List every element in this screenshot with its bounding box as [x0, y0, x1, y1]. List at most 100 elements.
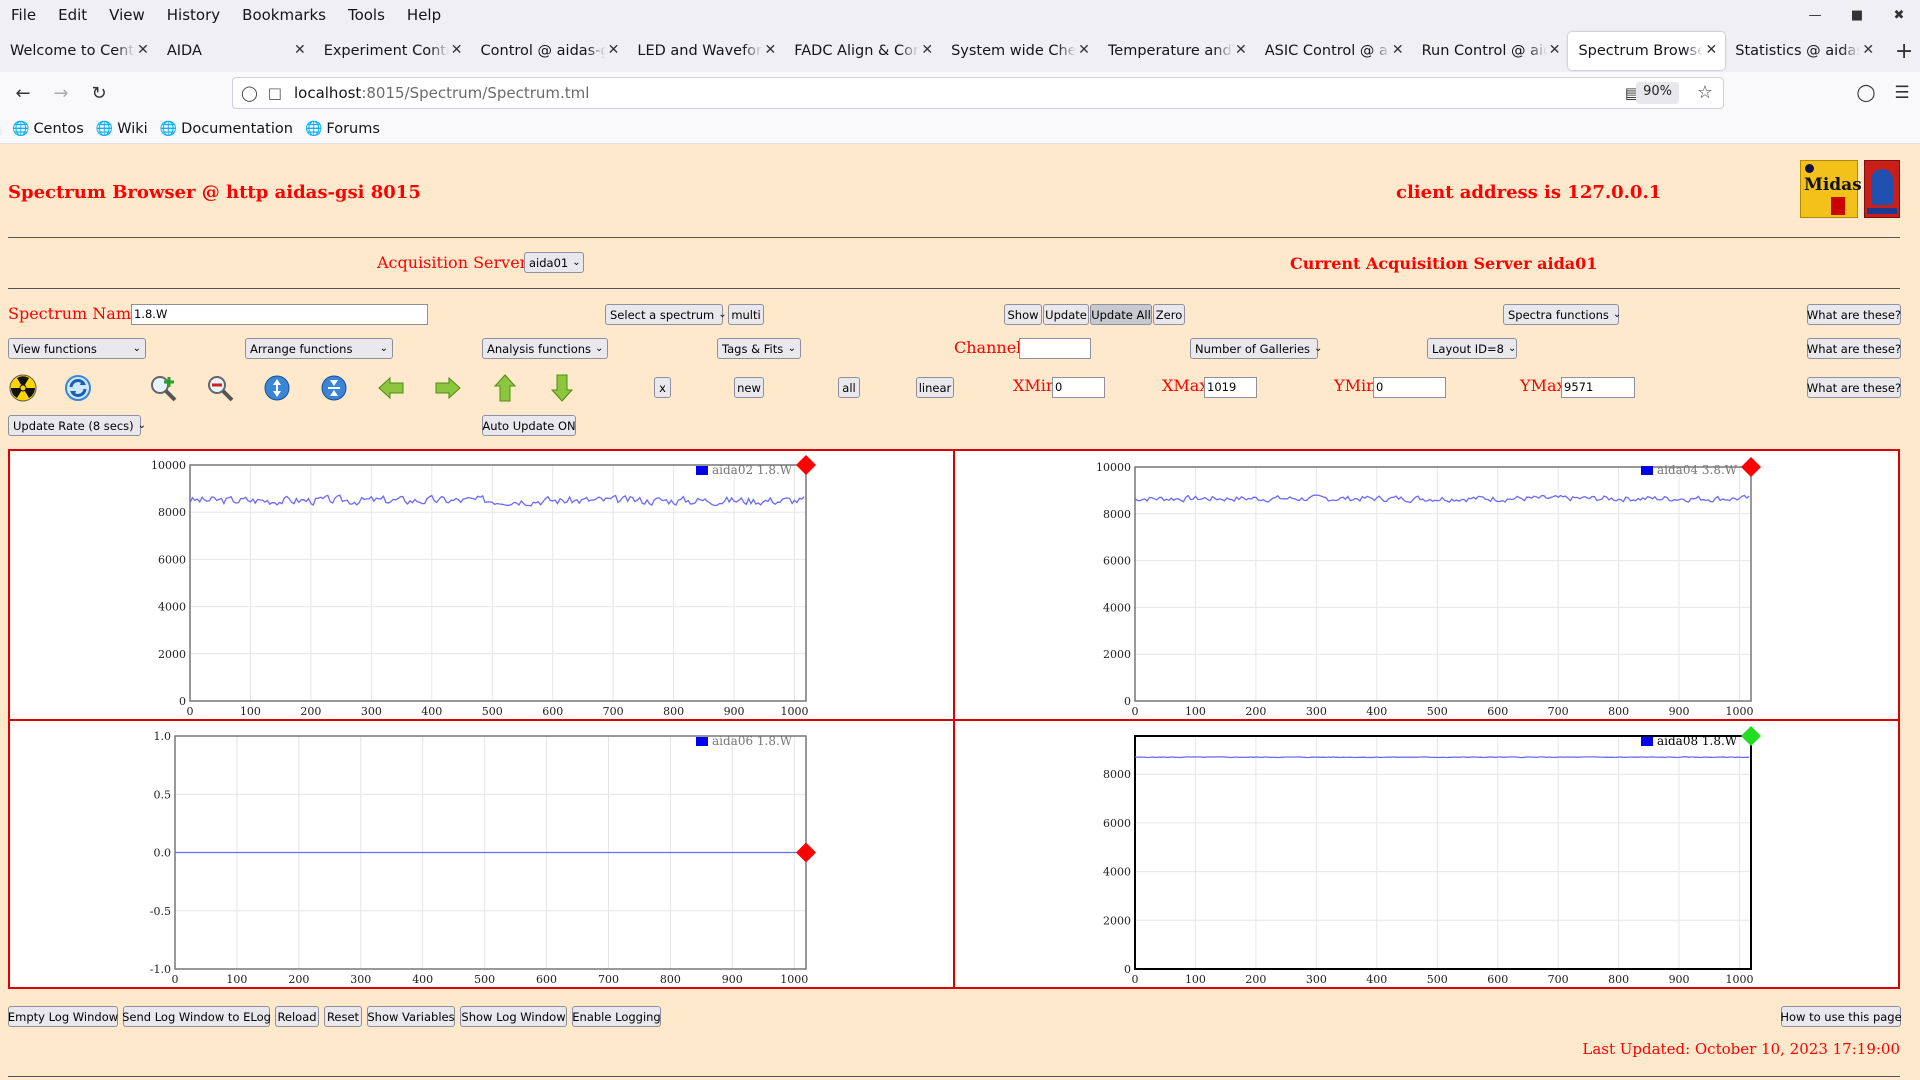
empty-log-window-button[interactable]: Empty Log Window [8, 1006, 118, 1027]
app-menu-icon[interactable]: ☰ [1884, 83, 1920, 103]
ymin-input[interactable]: 0 [1373, 377, 1446, 398]
close-tab-icon[interactable]: ✕ [294, 42, 306, 58]
gallery-3[interactable]: 0 100 200 300 400 500 600 700 800 900 1000 1.0 0.5 0.… [8, 719, 955, 989]
menu-help[interactable]: Help [396, 6, 452, 24]
tab-statistics[interactable]: Statistics @ aidas- ✕ [1725, 32, 1882, 70]
gallery-4[interactable]: 0 100 200 300 400 500 600 700 800 900 1000 0 2000 400… [953, 719, 1900, 989]
what-are-these-button-2[interactable]: What are these? [1807, 338, 1901, 359]
show-log-window-button[interactable]: Show Log Window [460, 1006, 567, 1027]
zoom-in-icon[interactable] [148, 373, 178, 403]
forward-icon[interactable]: → [46, 83, 76, 104]
menu-file[interactable]: File [0, 6, 47, 24]
close-tab-icon[interactable]: ✕ [137, 42, 149, 58]
update-all-button[interactable]: Update All [1090, 304, 1152, 325]
number-of-galleries-select[interactable]: Number of Galleries ⌄ [1190, 338, 1322, 359]
close-tab-icon[interactable]: ✕ [1862, 42, 1874, 58]
arrow-up-icon[interactable] [490, 373, 520, 403]
url-bar[interactable]: ◯ □ localhost:8015/Spectrum/Spectrum.tml… [232, 77, 1724, 109]
x-button[interactable]: x [654, 377, 671, 398]
enable-logging-button[interactable]: Enable Logging [572, 1006, 661, 1027]
new-button[interactable]: new [734, 377, 764, 398]
how-to-use-button[interactable]: How to use this page [1780, 1006, 1902, 1027]
zoom-out-icon[interactable] [205, 373, 235, 403]
arrow-right-icon[interactable] [433, 373, 463, 403]
spectrum-name-input[interactable]: 1.8.W [131, 304, 428, 325]
tab-temperature[interactable]: Temperature and s ✕ [1098, 32, 1255, 70]
what-are-these-button-3[interactable]: What are these? [1807, 377, 1901, 398]
menu-edit[interactable]: Edit [47, 6, 98, 24]
zero-button[interactable]: Zero [1153, 304, 1185, 325]
show-button[interactable]: Show [1004, 304, 1042, 325]
close-tab-icon[interactable]: ✕ [921, 42, 933, 58]
tab-spectrum-browser[interactable]: Spectrum Browser ✕ [1568, 32, 1726, 70]
tab-control[interactable]: Control @ aidas-gsi✕ [471, 32, 628, 70]
reload-icon[interactable]: ↻ [84, 83, 114, 104]
close-tab-icon[interactable]: ✕ [1078, 42, 1090, 58]
reset-button[interactable]: Reset [324, 1006, 362, 1027]
maximize-icon[interactable]: ■ [1836, 8, 1878, 23]
arrow-left-icon[interactable] [376, 373, 406, 403]
tab-asic-control[interactable]: ASIC Control @ aidas✕ [1255, 32, 1412, 70]
spectrum-chart-aida02[interactable]: 0 100 200 300 400 500 600 700 800 900 100002000400… [10, 451, 953, 719]
tab-experiment-control[interactable]: Experiment Control✕ [314, 32, 471, 70]
zoom-indicator[interactable]: 90% [1636, 82, 1679, 104]
shield-icon[interactable]: ◯ [241, 84, 258, 102]
close-tab-icon[interactable]: ✕ [1549, 42, 1561, 58]
close-tab-icon[interactable]: ✕ [1706, 42, 1718, 58]
refresh-icon[interactable] [63, 373, 93, 403]
show-variables-button[interactable]: Show Variables [367, 1006, 455, 1027]
auto-update-button[interactable]: Auto Update ON [482, 415, 576, 436]
menu-history[interactable]: History [156, 6, 231, 24]
select-spectrum[interactable]: Select a spectrum ⌄ [605, 304, 727, 325]
gallery-1[interactable]: 0 100 200 300 400 500 600 700 800 900 1000 0 2000 400… [8, 449, 955, 721]
bookmark-wiki[interactable]: 🌐 Wiki [96, 121, 148, 137]
menu-tools[interactable]: Tools [337, 6, 396, 24]
bookmark-star-icon[interactable]: ☆ [1697, 82, 1713, 103]
expand-y-icon[interactable] [262, 373, 292, 403]
back-icon[interactable]: ← [8, 83, 38, 104]
pocket-icon[interactable]: ◯ [1848, 83, 1884, 103]
analysis-functions-select[interactable]: Analysis functions ⌄ [482, 338, 608, 359]
xmin-input[interactable]: 0 [1052, 377, 1105, 398]
send-log-to-elog-button[interactable]: Send Log Window to ELog [122, 1006, 271, 1027]
reload-button[interactable]: Reload [275, 1006, 319, 1027]
layout-select[interactable]: Layout ID=8 ⌄ [1427, 338, 1517, 359]
close-tab-icon[interactable]: ✕ [1235, 42, 1247, 58]
arrange-functions-select[interactable]: Arrange functions ⌄ [245, 338, 393, 359]
gallery-2[interactable]: 0 100 200 300 400 500 600 700 800 900 1000 0 2000 400… [953, 449, 1900, 721]
bookmark-centos[interactable]: 🌐 Centos [12, 121, 84, 137]
spectrum-chart-aida06[interactable]: 0 100 200 300 400 500 600 700 800 900 1000 1.0 0.5 0.… [10, 721, 953, 987]
xmax-input[interactable]: 1019 [1204, 377, 1257, 398]
channel-input[interactable] [1019, 338, 1091, 359]
tab-led-waveform[interactable]: LED and Waveform ✕ [627, 32, 784, 70]
spectrum-chart-aida04[interactable]: 0 100 200 300 400 500 600 700 800 900 100002000400… [955, 451, 1898, 719]
update-button[interactable]: Update [1043, 304, 1089, 325]
tags-fits-select[interactable]: Tags & Fits ⌄ [717, 338, 801, 359]
close-window-icon[interactable]: ✖ [1878, 8, 1920, 23]
arrow-down-icon[interactable] [547, 373, 577, 403]
spectra-functions-select[interactable]: Spectra functions ⌄ [1503, 304, 1621, 325]
linear-button[interactable]: linear [916, 377, 954, 398]
minimize-icon[interactable]: — [1794, 8, 1836, 23]
close-tab-icon[interactable]: ✕ [764, 42, 776, 58]
bookmark-documentation[interactable]: 🌐 Documentation [160, 121, 293, 137]
radiation-icon[interactable] [8, 373, 38, 403]
acq-server-select[interactable]: aida01 ⌄ [524, 252, 584, 273]
tab-aida[interactable]: AIDA ✕ [157, 32, 314, 70]
compress-y-icon[interactable] [319, 373, 349, 403]
tab-fadc-align[interactable]: FADC Align & Control✕ [784, 32, 941, 70]
update-rate-select[interactable]: Update Rate (8 secs) ⌄ [8, 415, 146, 436]
view-functions-select[interactable]: View functions ⌄ [8, 338, 146, 359]
tab-run-control[interactable]: Run Control @ aidas✕ [1412, 32, 1569, 70]
tab-system-checks[interactable]: System wide Checks✕ [941, 32, 1098, 70]
close-tab-icon[interactable]: ✕ [451, 42, 463, 58]
menu-bookmarks[interactable]: Bookmarks [231, 6, 337, 24]
close-tab-icon[interactable]: ✕ [608, 42, 620, 58]
ymax-input[interactable]: 9571 [1561, 377, 1635, 398]
close-tab-icon[interactable]: ✕ [1392, 42, 1404, 58]
spectrum-chart-aida08[interactable]: 0 100 200 300 400 500 600 700 800 900 1000 0 2000 400… [955, 721, 1898, 987]
new-tab-icon[interactable]: + [1888, 39, 1920, 64]
menu-view[interactable]: View [98, 6, 156, 24]
what-are-these-button-1[interactable]: What are these? [1807, 304, 1901, 325]
multi-button[interactable]: multi [728, 304, 764, 325]
